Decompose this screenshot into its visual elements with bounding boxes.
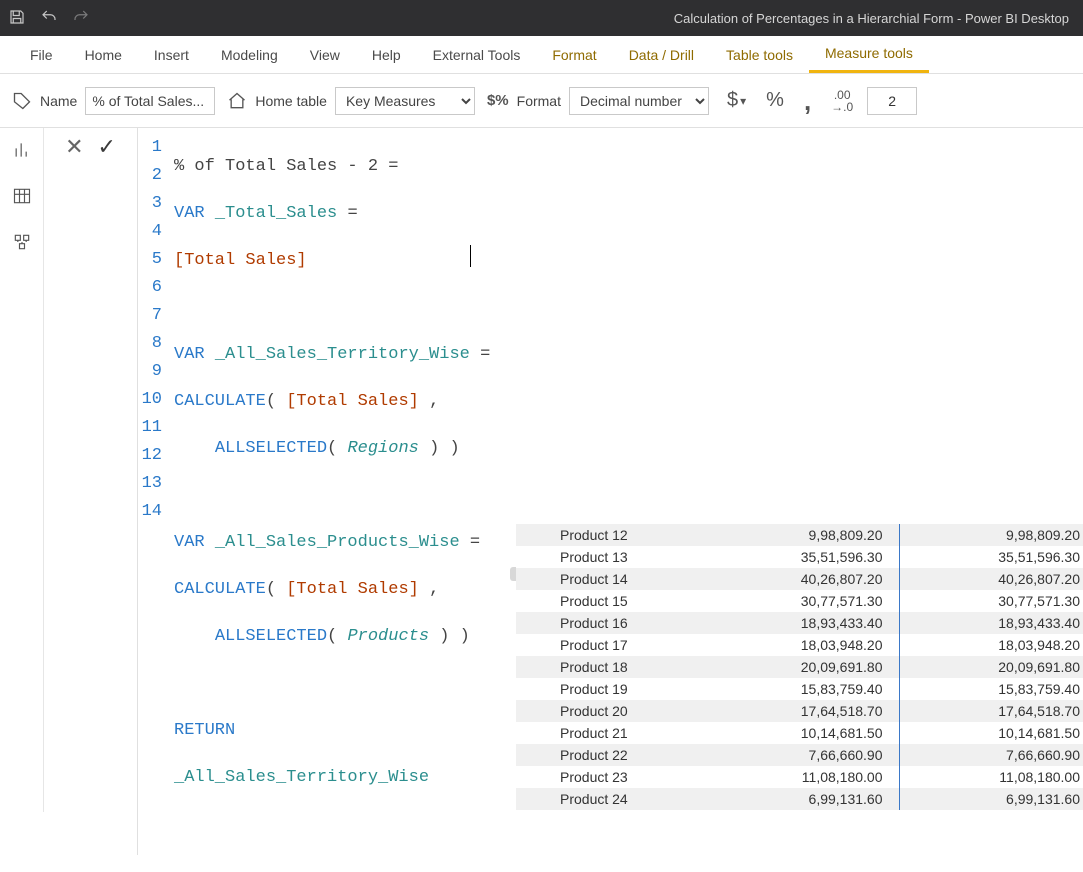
home-table-label: Home table (255, 93, 327, 109)
value-cell: 11,08,180.00 (702, 766, 899, 788)
product-cell: Product 23 (516, 766, 702, 788)
commit-formula-icon[interactable]: ✓ (98, 136, 116, 158)
value-cell: 35,51,596.30 (899, 546, 1083, 568)
table-row[interactable]: Product 1820,09,691.8020,09,691.80 (516, 656, 1083, 678)
table-row[interactable]: Product 1440,26,807.2040,26,807.20 (516, 568, 1083, 590)
data-view-icon[interactable] (8, 182, 36, 210)
ribbon: Name Home table Key Measures $% Format D… (0, 74, 1083, 128)
model-view-icon[interactable] (8, 228, 36, 256)
tag-icon (12, 91, 32, 111)
value-cell: 11,08,180.00 (899, 766, 1083, 788)
line-number-gutter: 1234567891011121314 (138, 128, 168, 855)
product-cell: Product 15 (516, 590, 702, 612)
value-cell: 18,03,948.20 (702, 634, 899, 656)
value-cell: 15,83,759.40 (702, 678, 899, 700)
value-cell: 7,66,660.90 (899, 744, 1083, 766)
value-cell: 17,64,518.70 (899, 700, 1083, 722)
format-label: Format (517, 93, 561, 109)
currency-button[interactable]: $▾ (721, 89, 752, 112)
value-cell: 18,03,948.20 (899, 634, 1083, 656)
window-title: Calculation of Percentages in a Hierarch… (90, 11, 1075, 26)
tab-measure-tools[interactable]: Measure tools (809, 36, 929, 73)
value-cell: 9,98,809.20 (702, 524, 899, 546)
text-cursor (470, 245, 471, 267)
product-cell: Product 12 (516, 524, 702, 546)
left-nav (0, 128, 44, 812)
table-row[interactable]: Product 2110,14,681.5010,14,681.50 (516, 722, 1083, 744)
format-icon: $% (487, 92, 509, 109)
value-cell: 18,93,433.40 (899, 612, 1083, 634)
value-cell: 15,83,759.40 (899, 678, 1083, 700)
format-select[interactable]: Decimal number (569, 87, 709, 115)
table-row[interactable]: Product 227,66,660.907,66,660.90 (516, 744, 1083, 766)
product-cell: Product 18 (516, 656, 702, 678)
product-cell: Product 21 (516, 722, 702, 744)
product-cell: Product 20 (516, 700, 702, 722)
thousands-button[interactable]: , (798, 92, 817, 110)
value-cell: 30,77,571.30 (899, 590, 1083, 612)
product-cell: Product 17 (516, 634, 702, 656)
tab-format[interactable]: Format (536, 36, 612, 73)
table-row[interactable]: Product 1530,77,571.3030,77,571.30 (516, 590, 1083, 612)
value-cell: 18,93,433.40 (702, 612, 899, 634)
table-row[interactable]: Product 2017,64,518.7017,64,518.70 (516, 700, 1083, 722)
product-cell: Product 14 (516, 568, 702, 590)
product-cell: Product 16 (516, 612, 702, 634)
decimal-shift-button[interactable]: .00→.0 (825, 89, 859, 113)
value-cell: 20,09,691.80 (702, 656, 899, 678)
tab-table-tools[interactable]: Table tools (710, 36, 809, 73)
tab-modeling[interactable]: Modeling (205, 36, 294, 73)
tab-file[interactable]: File (14, 36, 69, 73)
tab-help[interactable]: Help (356, 36, 417, 73)
table-row[interactable]: Product 2311,08,180.0011,08,180.00 (516, 766, 1083, 788)
percent-button[interactable]: % (760, 89, 790, 112)
cancel-formula-icon[interactable]: ✕ (65, 136, 83, 158)
value-cell: 20,09,691.80 (899, 656, 1083, 678)
table-row[interactable]: Product 1915,83,759.4015,83,759.40 (516, 678, 1083, 700)
value-cell: 6,99,131.60 (702, 788, 899, 810)
tab-external-tools[interactable]: External Tools (417, 36, 537, 73)
value-cell: 7,66,660.90 (702, 744, 899, 766)
product-cell: Product 22 (516, 744, 702, 766)
tab-view[interactable]: View (294, 36, 356, 73)
value-cell: 9,98,809.20 (899, 524, 1083, 546)
value-cell: 10,14,681.50 (899, 722, 1083, 744)
drag-handle-icon[interactable] (510, 567, 516, 581)
table-row[interactable]: Product 1335,51,596.3035,51,596.30 (516, 546, 1083, 568)
product-cell: Product 13 (516, 546, 702, 568)
table-row[interactable]: Product 246,99,131.606,99,131.60 (516, 788, 1083, 810)
home-table-select[interactable]: Key Measures (335, 87, 475, 115)
product-cell: Product 24 (516, 788, 702, 810)
report-view-icon[interactable] (8, 136, 36, 164)
undo-icon[interactable] (40, 8, 58, 29)
ribbon-tabs: File Home Insert Modeling View Help Exte… (0, 36, 1083, 74)
home-icon (227, 91, 247, 111)
value-cell: 40,26,807.20 (702, 568, 899, 590)
table-row[interactable]: Product 1618,93,433.4018,93,433.40 (516, 612, 1083, 634)
tab-data-drill[interactable]: Data / Drill (613, 36, 710, 73)
value-cell: 30,77,571.30 (702, 590, 899, 612)
table-row[interactable]: Product 1718,03,948.2018,03,948.20 (516, 634, 1083, 656)
title-bar: Calculation of Percentages in a Hierarch… (0, 0, 1083, 36)
measure-name-input[interactable] (85, 87, 215, 115)
save-icon[interactable] (8, 8, 26, 29)
value-cell: 40,26,807.20 (899, 568, 1083, 590)
decimal-places-input[interactable]: 2 (867, 87, 917, 115)
value-cell: 6,99,131.60 (899, 788, 1083, 810)
redo-icon[interactable] (72, 8, 90, 29)
value-cell: 10,14,681.50 (702, 722, 899, 744)
tab-home[interactable]: Home (69, 36, 138, 73)
value-cell: 35,51,596.30 (702, 546, 899, 568)
name-label: Name (40, 93, 77, 109)
product-cell: Product 19 (516, 678, 702, 700)
table-row[interactable]: Product 129,98,809.209,98,809.20 (516, 524, 1083, 546)
value-cell: 17,64,518.70 (702, 700, 899, 722)
tab-insert[interactable]: Insert (138, 36, 205, 73)
data-table-visual[interactable]: Product 129,98,809.209,98,809.20Product … (516, 524, 1083, 810)
